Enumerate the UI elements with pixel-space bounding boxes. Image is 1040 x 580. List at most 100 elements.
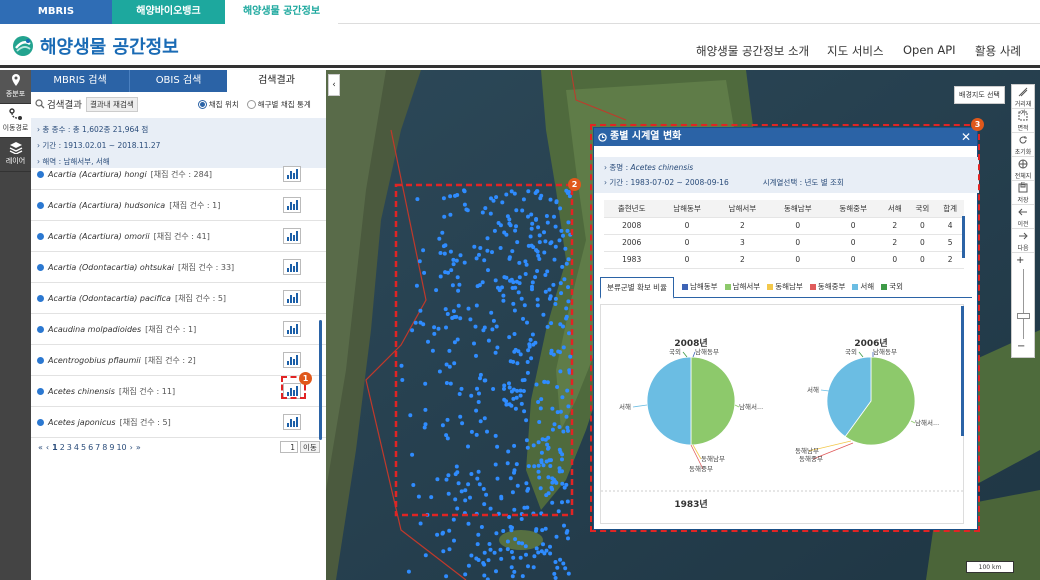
list-item[interactable]: Acartia (Odontacartia) pacifica [채집 건수 : …	[31, 283, 326, 314]
list-item[interactable]: Acetes japonicus [채집 건수 : 5]	[31, 407, 326, 438]
occurrence-point	[564, 530, 569, 535]
zoom-slider[interactable]: + −	[1012, 253, 1034, 357]
site-logo[interactable]: 해양생물 공간정보	[12, 33, 179, 59]
timeseries-chart-button[interactable]	[283, 414, 301, 430]
list-item[interactable]: Acentrogobius pflaumii [채집 건수 : 2]	[31, 345, 326, 376]
species-count: [채집 건수 : 1]	[169, 200, 221, 210]
tab-mbris-search[interactable]: MBRIS 검색	[31, 70, 129, 92]
occurrence-point	[536, 463, 541, 468]
list-item[interactable]: Acartia (Acartiura) omorii [채집 건수 : 41]	[31, 221, 326, 252]
tab-search-result[interactable]: 검색결과	[227, 70, 326, 92]
timeseries-chart-button[interactable]	[283, 352, 301, 368]
occurrence-point	[485, 248, 490, 253]
page-number[interactable]: 7	[95, 443, 100, 452]
top-tab-spatial[interactable]: 해양생물 공간정보	[225, 0, 338, 24]
occurrence-point	[564, 316, 569, 321]
page-next[interactable]: ›	[130, 443, 133, 452]
list-scrollbar[interactable]	[319, 320, 322, 440]
occurrence-point	[536, 225, 541, 230]
top-tab-mbris[interactable]: MBRIS	[0, 0, 112, 24]
tool-full-map[interactable]: 전체지도	[1012, 157, 1034, 189]
page-number[interactable]: 4	[74, 443, 79, 452]
list-item[interactable]: Acartia (Acartiura) hudsonica [채집 건수 : 1]	[31, 190, 326, 221]
radio-grid-stats[interactable]: 해구별 채집 통계	[246, 99, 311, 110]
tool-reset[interactable]: 초기화	[1012, 133, 1034, 157]
menu-map-service[interactable]: 지도 서비스	[827, 43, 884, 59]
tool-label: 면적	[1017, 125, 1029, 132]
tool-distance[interactable]: 거리재기	[1012, 85, 1034, 117]
page-last[interactable]: »	[136, 443, 141, 452]
occurrence-point	[552, 571, 557, 576]
radio-label: 채집 위치	[208, 99, 239, 109]
occurrence-point	[487, 542, 492, 546]
menu-about[interactable]: 해양생물 공간정보 소개	[696, 43, 809, 59]
radio-collect-location[interactable]: 채집 위치	[197, 99, 239, 110]
occurrence-point	[553, 479, 557, 484]
tool-save[interactable]: 저장	[1012, 181, 1034, 205]
occurrence-point	[507, 335, 512, 340]
timeseries-chart-button[interactable]	[283, 228, 301, 244]
occurrence-point	[490, 327, 495, 332]
page-number[interactable]: 9	[109, 443, 114, 452]
occurrence-point	[548, 544, 552, 549]
occurrence-point	[475, 284, 480, 289]
top-tab-biobank[interactable]: 해양바이오뱅크	[112, 0, 225, 24]
occurrence-point	[455, 275, 460, 280]
list-item[interactable]: Acartia (Odontacartia) ohtsukai [채집 건수 : …	[31, 252, 326, 283]
occurrence-point	[526, 564, 530, 569]
species-count: [채집 건수 : 41]	[153, 231, 210, 241]
page-jump: 1 이동	[280, 441, 320, 453]
occurrence-point	[482, 562, 487, 567]
occurrence-point	[441, 196, 446, 201]
occurrence-point	[515, 388, 520, 393]
occurrence-point	[502, 397, 507, 402]
occurrence-point	[566, 299, 571, 304]
timeseries-chart-button[interactable]	[283, 259, 301, 275]
list-item[interactable]: Acartia (Acartiura) hongi [채집 건수 : 284]	[31, 164, 326, 190]
occurrence-point	[466, 521, 471, 526]
tool-previous[interactable]: 이전	[1012, 205, 1034, 229]
occurrence-point	[451, 257, 456, 262]
list-item[interactable]: Acaudina molpadioides [채집 건수 : 1]	[31, 314, 326, 345]
page-prev[interactable]: ‹	[46, 443, 49, 452]
page-numbers: 1 2 3 4 5 6 7 8 9 10	[52, 443, 127, 452]
basemap-select-button[interactable]: 배경지도 선택	[954, 86, 1005, 104]
timeseries-chart-button[interactable]	[283, 197, 301, 213]
tab-obis-search[interactable]: OBIS 검색	[129, 70, 227, 92]
page-number[interactable]: 3	[67, 443, 72, 452]
occurrence-point	[466, 482, 471, 487]
page-number[interactable]: 2	[60, 443, 65, 452]
occurrence-point	[463, 488, 468, 493]
panel-collapse-button[interactable]: ‹	[328, 74, 340, 96]
occurrence-point	[528, 337, 533, 342]
page-number[interactable]: 10	[116, 443, 126, 452]
occurrence-point	[523, 272, 528, 276]
zoom-in-button[interactable]: +	[1016, 255, 1024, 266]
zoom-handle[interactable]	[1017, 313, 1030, 319]
layers-icon	[9, 142, 22, 155]
occurrence-point	[456, 303, 461, 308]
timeseries-chart-button[interactable]	[283, 321, 301, 337]
page-go-button[interactable]: 이동	[300, 441, 320, 453]
page-first[interactable]: «	[38, 443, 43, 452]
timeseries-chart-button[interactable]	[283, 166, 301, 182]
sidebar-item-distribution[interactable]: 종분포	[0, 70, 31, 104]
timeseries-chart-button[interactable]	[283, 290, 301, 306]
page-number[interactable]: 8	[102, 443, 107, 452]
occurrence-point	[549, 458, 553, 463]
tool-area[interactable]: 면적	[1012, 109, 1034, 133]
zoom-out-button[interactable]: −	[1017, 341, 1025, 352]
sidebar-item-route[interactable]: 이동경로	[0, 104, 31, 138]
tool-next[interactable]: 다음	[1012, 229, 1034, 253]
summary-total: › 총 종수 : 총 1,602종 21,964 점	[37, 125, 149, 134]
sidebar-item-layer[interactable]: 레이어	[0, 138, 31, 172]
occurrence-point	[399, 363, 404, 368]
page-number[interactable]: 5	[81, 443, 86, 452]
menu-open-api[interactable]: Open API	[903, 43, 956, 57]
occurrence-point	[566, 257, 571, 262]
refine-search-button[interactable]: 결과내 재검색	[85, 96, 138, 112]
page-number[interactable]: 1	[52, 443, 58, 452]
page-number[interactable]: 6	[88, 443, 93, 452]
page-input[interactable]: 1	[280, 441, 298, 453]
menu-use-cases[interactable]: 활용 사례	[975, 43, 1021, 59]
